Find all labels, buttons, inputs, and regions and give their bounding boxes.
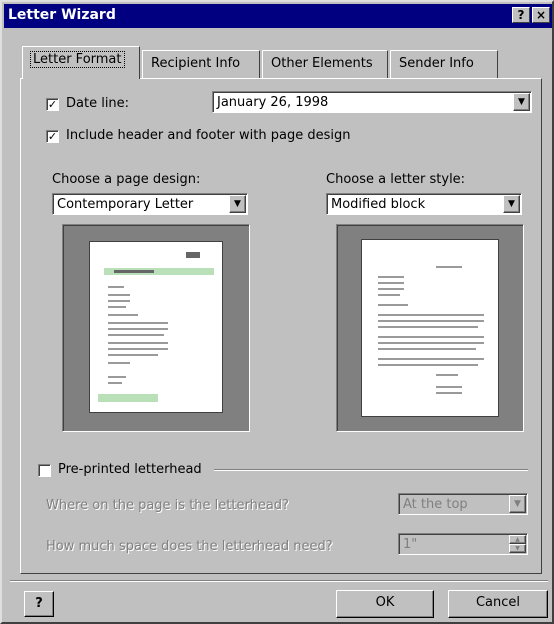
letter-style-combo[interactable]: Modified block ▼ (326, 193, 522, 215)
chevron-down-icon[interactable]: ▼ (513, 93, 530, 111)
letter-style-paper (361, 239, 499, 417)
chevron-down-icon[interactable]: ▼ (503, 195, 520, 213)
date-line-checkbox[interactable]: ✓ (46, 98, 59, 111)
date-line-value: January 26, 1998 (217, 95, 329, 110)
cancel-button[interactable]: Cancel (448, 590, 548, 618)
letterhead-where-value: At the top (403, 497, 468, 512)
chevron-down-icon[interactable]: ▼ (509, 495, 526, 513)
page-design-combo[interactable]: Contemporary Letter ▼ (52, 193, 248, 215)
letter-style-label: Choose a letter style: (326, 172, 466, 187)
tab-letter-format-label: Letter Format (30, 51, 125, 68)
spin-down-icon[interactable]: ▼ (509, 544, 526, 553)
page-design-preview (62, 224, 250, 432)
tab-other-elements[interactable]: Other Elements (262, 50, 388, 78)
ok-button[interactable]: OK (336, 590, 434, 618)
letterhead-where-combo[interactable]: At the top ▼ (398, 493, 528, 515)
spin-up-icon[interactable]: ▲ (509, 535, 526, 544)
header-footer-checkbox[interactable]: ✓ (46, 130, 59, 143)
letterhead-checkbox[interactable] (38, 464, 51, 477)
letter-style-value: Modified block (331, 197, 426, 212)
chevron-down-icon[interactable]: ▼ (229, 195, 246, 213)
letterhead-space-spinner[interactable]: 1" ▲ ▼ (398, 533, 528, 555)
tab-recipient-info[interactable]: Recipient Info (142, 50, 260, 78)
help-icon[interactable]: ? (24, 591, 54, 617)
tab-sender-info-label: Sender Info (399, 56, 474, 71)
date-line-combo[interactable]: January 26, 1998 ▼ (212, 91, 532, 113)
tab-other-elements-label: Other Elements (271, 56, 373, 71)
tab-sender-info[interactable]: Sender Info (390, 50, 498, 78)
page-design-value: Contemporary Letter (57, 197, 194, 212)
tab-recipient-info-label: Recipient Info (151, 56, 241, 71)
help-icon[interactable]: ? (512, 7, 530, 23)
letterhead-label: Pre-printed letterhead (58, 462, 202, 477)
letter-wizard-dialog: Letter Wizard ? × Letter Format Recipien… (0, 0, 554, 624)
letter-style-preview (336, 224, 524, 432)
page-design-label: Choose a page design: (52, 172, 201, 187)
date-line-label: Date line: (66, 96, 130, 111)
page-design-paper (89, 241, 223, 413)
close-icon[interactable]: × (532, 7, 550, 23)
letterhead-space-value: 1" (403, 537, 418, 552)
letterhead-where-label: Where on the page is the letterhead? (46, 498, 289, 513)
tab-letter-format[interactable]: Letter Format (22, 46, 140, 79)
window-title: Letter Wizard (8, 7, 116, 23)
letterhead-space-label: How much space does the letterhead need? (46, 539, 333, 554)
header-footer-label: Include header and footer with page desi… (66, 128, 351, 143)
title-bar: Letter Wizard ? × (4, 4, 552, 28)
